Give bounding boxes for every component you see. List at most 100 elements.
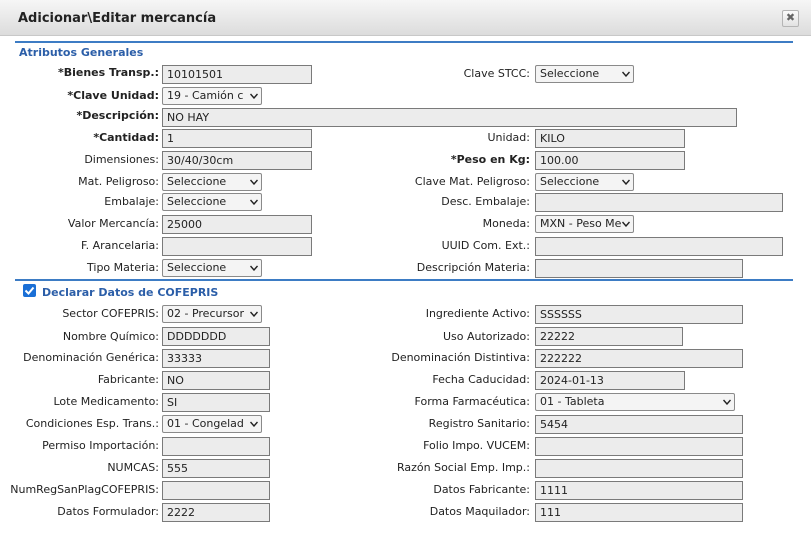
chevron-down-icon [250, 199, 258, 205]
label-cantidad: *Cantidad: [93, 131, 159, 144]
datos-fabricante-input[interactable]: 1111 [535, 481, 743, 500]
cantidad-input[interactable]: 1 [162, 129, 312, 148]
cofepris-checkbox[interactable] [23, 284, 36, 297]
desc-embalaje-input[interactable] [535, 193, 783, 212]
condiciones-esp-trans-value: 01 - Congelad [167, 417, 244, 430]
label-tipo-materia: Tipo Materia: [87, 261, 159, 274]
embalaje-value: Seleccione [167, 195, 227, 208]
label-fabricante: Fabricante: [97, 373, 159, 386]
fecha-caducidad-input[interactable]: 2024-01-13 [535, 371, 685, 390]
chevron-down-icon [622, 221, 630, 227]
label-forma-farmaceutica: Forma Farmacéutica: [414, 395, 530, 408]
label-datos-formulador: Datos Formulador: [57, 505, 159, 518]
label-clave-mat-peligroso: Clave Mat. Peligroso: [414, 175, 530, 188]
denominacion-generica-input[interactable]: 33333 [162, 349, 270, 368]
uuid-com-ext-input[interactable] [535, 237, 783, 256]
label-desc-embalaje: Desc. Embalaje: [441, 195, 530, 208]
valor-mercancia-input[interactable]: 25000 [162, 215, 312, 234]
label-lote-medicamento: Lote Medicamento: [53, 395, 159, 408]
label-numcas: NUMCAS: [107, 461, 159, 474]
label-bienes-transp: *Bienes Transp.: [57, 66, 159, 79]
clave-mat-peligroso-select[interactable]: Seleccione [535, 173, 634, 191]
label-descripcion: *Descripción: [76, 109, 159, 122]
chevron-down-icon [250, 93, 258, 99]
uso-autorizado-input[interactable]: 22222 [535, 327, 683, 346]
registro-sanitario-input[interactable]: 5454 [535, 415, 743, 434]
label-peso-kg: *Peso en Kg: [450, 153, 530, 166]
label-sector-cofepris: Sector COFEPRIS: [62, 307, 159, 320]
moneda-value: MXN - Peso Me [540, 217, 622, 230]
peso-kg-input[interactable]: 100.00 [535, 151, 685, 170]
label-embalaje: Embalaje: [104, 195, 159, 208]
mat-peligroso-value: Seleccione [167, 175, 227, 188]
chevron-down-icon [622, 71, 630, 77]
label-denominacion-generica: Denominación Genérica: [23, 351, 159, 364]
section-title-general: Atributos Generales [19, 46, 144, 59]
datos-maquilador-input[interactable]: 111 [535, 503, 743, 522]
label-unidad: Unidad: [487, 131, 531, 144]
label-f-arancelaria: F. Arancelaria: [81, 239, 159, 252]
embalaje-select[interactable]: Seleccione [162, 193, 262, 211]
chevron-down-icon [622, 179, 630, 185]
label-dimensiones: Dimensiones: [84, 153, 159, 166]
sector-cofepris-value: 02 - Precursor [167, 307, 244, 320]
label-permiso-importacion: Permiso Importación: [42, 439, 159, 452]
denominacion-distintiva-input[interactable]: 222222 [535, 349, 743, 368]
label-ingrediente-activo: Ingrediente Activo: [425, 307, 530, 320]
label-folio-impo-vucem: Folio Impo. VUCEM: [423, 439, 530, 452]
lote-medicamento-input[interactable]: SI [162, 393, 270, 412]
fabricante-input[interactable]: NO [162, 371, 270, 390]
clave-stcc-value: Seleccione [540, 67, 600, 80]
checkmark-icon [24, 286, 35, 295]
clave-unidad-select[interactable]: 19 - Camión c [162, 87, 262, 105]
moneda-select[interactable]: MXN - Peso Me [535, 215, 634, 233]
close-icon: ✖ [785, 11, 796, 24]
ingrediente-activo-input[interactable]: SSSSSS [535, 305, 743, 324]
label-datos-fabricante: Datos Fabricante: [433, 483, 530, 496]
nombre-quimico-input[interactable]: DDDDDDD [162, 327, 270, 346]
descripcion-materia-input[interactable] [535, 259, 743, 278]
sector-cofepris-select[interactable]: 02 - Precursor [162, 305, 262, 323]
clave-stcc-select[interactable]: Seleccione [535, 65, 634, 83]
forma-farmaceutica-value: 01 - Tableta [540, 395, 605, 408]
close-button[interactable]: ✖ [782, 10, 799, 27]
forma-farmaceutica-select[interactable]: 01 - Tableta [535, 393, 735, 411]
label-razon-social-emp-imp: Razón Social Emp. Imp.: [396, 461, 530, 474]
label-uso-autorizado: Uso Autorizado: [442, 330, 530, 343]
label-valor-mercancia: Valor Mercancía: [67, 217, 159, 230]
chevron-down-icon [250, 265, 258, 271]
mat-peligroso-select[interactable]: Seleccione [162, 173, 262, 191]
clave-unidad-value: 19 - Camión c [167, 89, 244, 102]
label-condiciones-esp-trans: Condiciones Esp. Trans.: [25, 417, 159, 430]
numcas-input[interactable]: 555 [162, 459, 270, 478]
condiciones-esp-trans-select[interactable]: 01 - Congelad [162, 415, 262, 433]
label-mat-peligroso: Mat. Peligroso: [78, 175, 159, 188]
clave-mat-peligroso-value: Seleccione [540, 175, 600, 188]
label-clave-stcc: Clave STCC: [463, 67, 530, 80]
permiso-importacion-input[interactable] [162, 437, 270, 456]
section-divider-cofepris [15, 279, 793, 281]
num-reg-san-plag-input[interactable] [162, 481, 270, 500]
folio-impo-vucem-input[interactable] [535, 437, 743, 456]
label-registro-sanitario: Registro Sanitario: [428, 417, 530, 430]
razon-social-emp-imp-input[interactable] [535, 459, 743, 478]
descripcion-input[interactable]: NO HAY [162, 108, 737, 127]
dimensiones-input[interactable]: 30/40/30cm [162, 151, 312, 170]
tipo-materia-select[interactable]: Seleccione [162, 259, 262, 277]
datos-formulador-input[interactable]: 2222 [162, 503, 270, 522]
dialog-titlebar: Adicionar\Editar mercancía ✖ [0, 0, 811, 36]
label-denominacion-distintiva: Denominación Distintiva: [391, 351, 530, 364]
label-fecha-caducidad: Fecha Caducidad: [432, 373, 530, 386]
chevron-down-icon [250, 311, 258, 317]
label-num-reg-san-plag: NumRegSanPlagCOFEPRIS: [10, 483, 159, 496]
chevron-down-icon [250, 179, 258, 185]
bienes-transp-input[interactable]: 10101501 [162, 65, 312, 84]
label-clave-unidad: *Clave Unidad: [67, 89, 159, 102]
unidad-input[interactable]: KILO [535, 129, 685, 148]
label-descripcion-materia: Descripción Materia: [416, 261, 530, 274]
label-nombre-quimico: Nombre Químico: [62, 330, 159, 343]
label-uuid-com-ext: UUID Com. Ext.: [441, 239, 530, 252]
f-arancelaria-input[interactable] [162, 237, 312, 256]
chevron-down-icon [250, 421, 258, 427]
section-divider-general [15, 41, 793, 43]
